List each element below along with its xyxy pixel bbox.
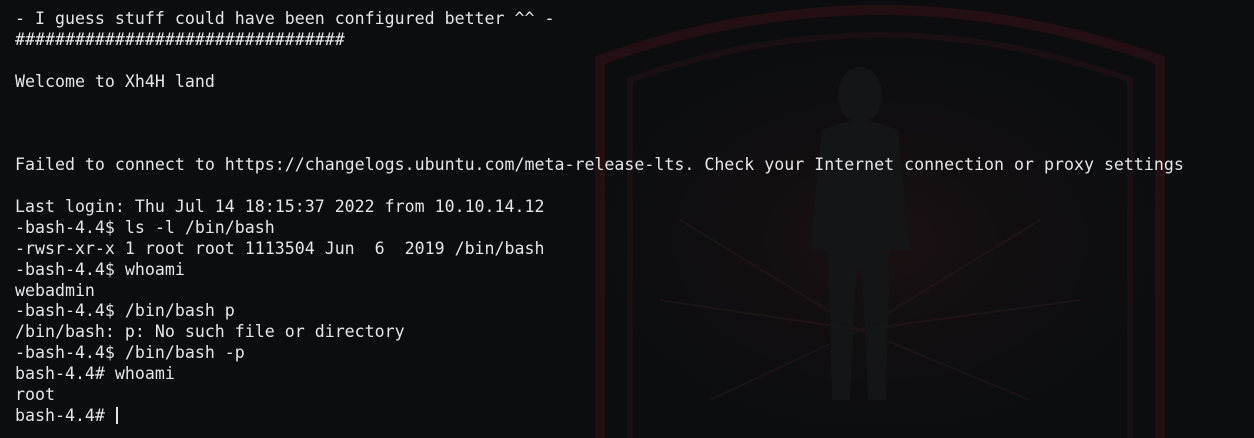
terminal-line: -bash-4.4$ /bin/bash -p — [15, 343, 245, 363]
terminal-line: -rwsr-xr-x 1 root root 1113504 Jun 6 201… — [15, 238, 545, 258]
terminal-line: root — [15, 385, 55, 405]
terminal-line: - I guess stuff could have been configur… — [15, 9, 555, 28]
terminal-line: /bin/bash: p: No such file or directory — [15, 322, 405, 342]
terminal-line: -bash-4.4$ ls -l /bin/bash — [15, 217, 275, 237]
text-cursor — [115, 406, 118, 424]
terminal-line: Failed to connect to https://changelogs.… — [15, 155, 1184, 175]
command-prompt-line[interactable]: bash-4.4# — [15, 406, 1184, 427]
terminal-output: - I guess stuff could have been configur… — [15, 9, 1184, 427]
terminal-line: Welcome to Xh4H land — [15, 71, 215, 91]
terminal-window[interactable]: - I guess stuff could have been configur… — [0, 0, 1254, 438]
prompt-text: bash-4.4# — [15, 405, 115, 425]
terminal-line: -bash-4.4$ whoami — [15, 259, 185, 279]
terminal-line: bash-4.4# whoami — [15, 364, 175, 384]
terminal-line: webadmin — [15, 280, 95, 300]
terminal-line: -bash-4.4$ /bin/bash p — [15, 301, 235, 321]
terminal-line: Last login: Thu Jul 14 18:15:37 2022 fro… — [15, 197, 545, 217]
terminal-line: ################################# — [15, 29, 345, 49]
